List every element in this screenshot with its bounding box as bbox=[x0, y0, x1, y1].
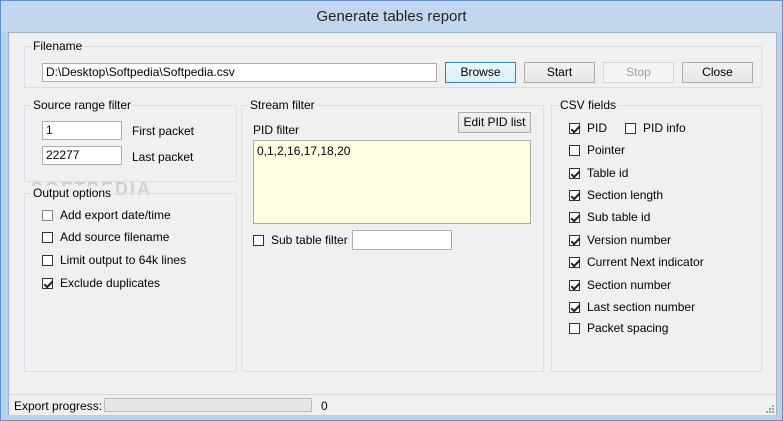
add-source-filename-checkbox[interactable]: Add source filename bbox=[42, 229, 169, 245]
pid-filter-textarea[interactable]: 0,1,2,16,17,18,20 bbox=[253, 140, 531, 224]
csv-version-number-checkbox[interactable]: Version number bbox=[569, 232, 671, 248]
first-packet-input[interactable]: 1 bbox=[42, 121, 122, 140]
exclude-duplicates-label: Exclude duplicates bbox=[60, 276, 161, 290]
limit-output-label: Limit output to 64k lines bbox=[60, 253, 187, 267]
last-packet-input[interactable]: 22277 bbox=[42, 146, 122, 165]
checkbox-box bbox=[569, 301, 580, 313]
generate-tables-window: Generate tables report Filename D:\Deskt… bbox=[0, 0, 783, 421]
checkbox-box bbox=[42, 231, 53, 243]
last-packet-label: Last packet bbox=[132, 150, 194, 164]
checkbox-box bbox=[569, 211, 580, 223]
status-bar: Export progress: 0 bbox=[9, 394, 776, 415]
exclude-duplicates-checkbox[interactable]: Exclude duplicates bbox=[42, 275, 160, 291]
start-button[interactable]: Start bbox=[524, 62, 595, 83]
sub-table-filter-input[interactable] bbox=[352, 230, 452, 250]
pid-filter-label: PID filter bbox=[253, 123, 300, 137]
add-export-date-label: Add export date/time bbox=[60, 208, 171, 222]
csv-pointer-checkbox[interactable]: Pointer bbox=[569, 142, 625, 158]
export-progress-bar bbox=[104, 398, 312, 412]
limit-output-checkbox[interactable]: Limit output to 64k lines bbox=[42, 252, 186, 268]
checkbox-box bbox=[569, 144, 580, 156]
filename-input[interactable]: D:\Desktop\Softpedia\Softpedia.csv bbox=[42, 63, 437, 82]
checkbox-box bbox=[569, 279, 580, 291]
source-range-legend: Source range filter bbox=[31, 98, 134, 112]
csv-table-id-checkbox[interactable]: Table id bbox=[569, 165, 628, 181]
csv-sub-table-id-checkbox[interactable]: Sub table id bbox=[569, 209, 650, 225]
csv-section-number-checkbox[interactable]: Section number bbox=[569, 277, 671, 293]
csv-pid-label: PID bbox=[587, 121, 608, 135]
checkbox-box bbox=[42, 254, 53, 266]
close-button[interactable]: Close bbox=[682, 62, 753, 83]
checkbox-box bbox=[569, 122, 580, 134]
edit-pid-list-button[interactable]: Edit PID list bbox=[458, 112, 531, 133]
output-options-legend: Output options bbox=[31, 186, 114, 200]
add-export-date-checkbox[interactable]: Add export date/time bbox=[42, 207, 171, 223]
checkbox-box bbox=[42, 209, 53, 221]
csv-section-length-label: Section length bbox=[587, 188, 664, 202]
csv-table-id-label: Table id bbox=[587, 166, 629, 180]
csv-pid-info-label: PID info bbox=[643, 121, 686, 135]
csv-current-next-label: Current Next indicator bbox=[587, 255, 704, 269]
export-progress-label: Export progress: bbox=[14, 399, 103, 413]
checkbox-box bbox=[569, 189, 580, 201]
filename-legend: Filename bbox=[31, 39, 85, 53]
checkbox-box bbox=[42, 277, 53, 289]
browse-button[interactable]: Browse bbox=[445, 62, 516, 83]
checkbox-box bbox=[253, 234, 264, 246]
checkbox-box bbox=[625, 122, 636, 134]
stream-filter-legend: Stream filter bbox=[248, 98, 317, 112]
csv-sub-table-id-label: Sub table id bbox=[587, 210, 651, 224]
csv-packet-spacing-checkbox[interactable]: Packet spacing bbox=[569, 320, 668, 336]
add-source-filename-label: Add source filename bbox=[60, 230, 170, 244]
export-progress-value: 0 bbox=[321, 399, 328, 413]
stop-button[interactable]: Stop bbox=[603, 62, 674, 83]
csv-last-section-number-checkbox[interactable]: Last section number bbox=[569, 299, 695, 315]
csv-fields-legend: CSV fields bbox=[558, 98, 619, 112]
csv-section-length-checkbox[interactable]: Section length bbox=[569, 187, 663, 203]
window-title: Generate tables report bbox=[1, 1, 782, 32]
checkbox-box bbox=[569, 322, 580, 334]
checkbox-box bbox=[569, 256, 580, 268]
sub-table-filter-checkbox[interactable]: Sub table filter bbox=[253, 232, 348, 248]
csv-version-number-label: Version number bbox=[587, 233, 672, 247]
first-packet-label: First packet bbox=[132, 124, 195, 138]
csv-section-number-label: Section number bbox=[587, 278, 672, 292]
dialog-client-area: Filename D:\Desktop\Softpedia\Softpedia.… bbox=[8, 32, 777, 415]
csv-packet-spacing-label: Packet spacing bbox=[587, 321, 669, 335]
csv-current-next-checkbox[interactable]: Current Next indicator bbox=[569, 254, 704, 270]
csv-last-section-number-label: Last section number bbox=[587, 300, 696, 314]
csv-pid-info-checkbox[interactable]: PID info bbox=[625, 120, 686, 136]
sub-table-filter-label: Sub table filter bbox=[271, 233, 348, 247]
checkbox-box bbox=[569, 234, 580, 246]
csv-pid-checkbox[interactable]: PID bbox=[569, 120, 607, 136]
resize-grip-icon[interactable] bbox=[764, 403, 774, 413]
source-range-group: Source range filter bbox=[24, 98, 237, 182]
csv-pointer-label: Pointer bbox=[587, 143, 626, 157]
checkbox-box bbox=[569, 167, 580, 179]
